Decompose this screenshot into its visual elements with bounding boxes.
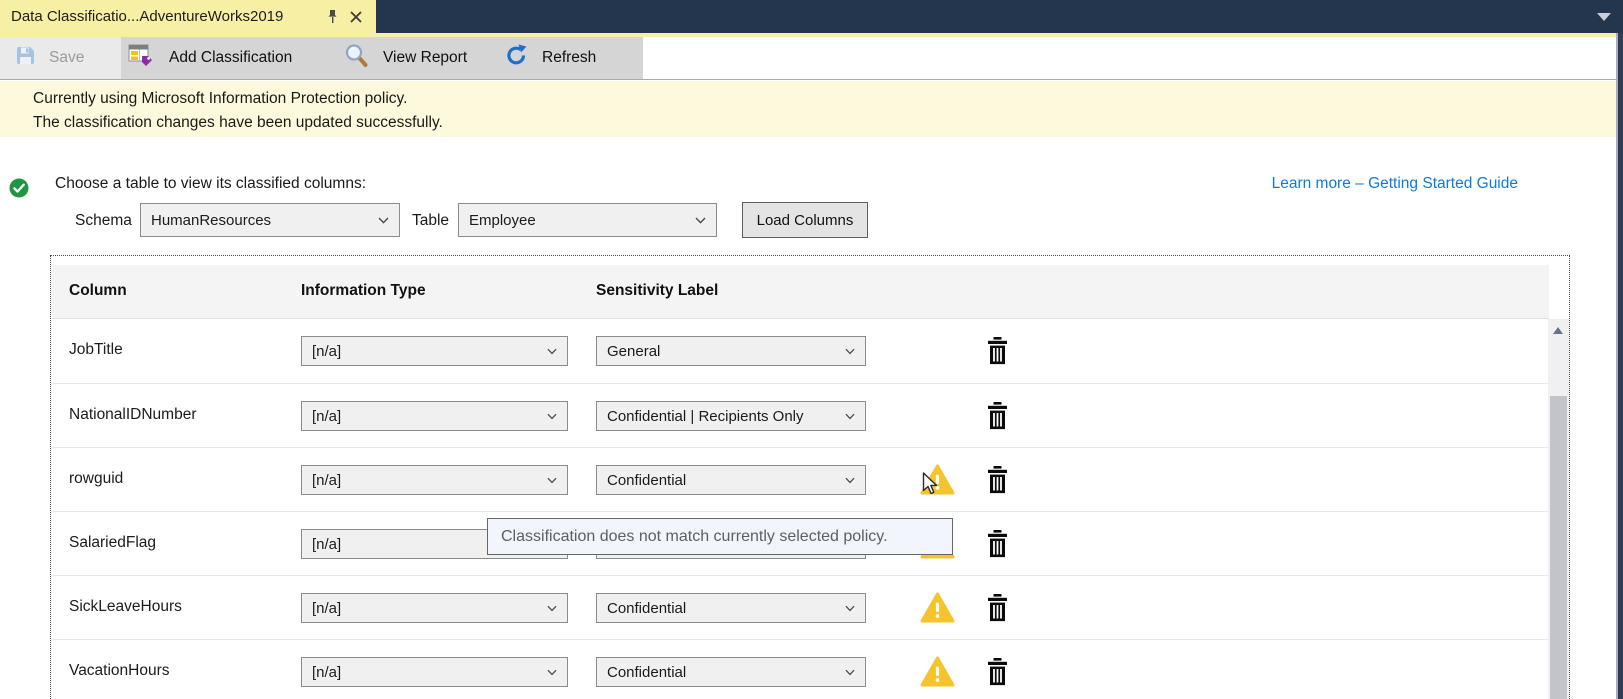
learn-more-link[interactable]: Learn more – Getting Started Guide	[1272, 175, 1518, 193]
table-row: JobTitle [n/a] General	[52, 319, 1549, 383]
info-type-dropdown[interactable]: [n/a]	[301, 465, 568, 495]
chevron-down-icon	[845, 669, 855, 676]
view-report-button[interactable]: View Report	[344, 37, 467, 79]
info-type-dropdown[interactable]: [n/a]	[301, 657, 568, 687]
sensitivity-dropdown[interactable]: Confidential | Recipients Only	[596, 401, 866, 431]
add-classification-icon	[128, 43, 155, 73]
window-edge-strip	[1616, 33, 1623, 699]
chevron-down-icon	[547, 348, 557, 355]
pin-icon[interactable]	[322, 7, 342, 27]
instruction-text: Choose a table to view its classified co…	[55, 175, 366, 193]
chevron-down-icon	[378, 217, 389, 224]
delete-classification-icon[interactable]	[986, 530, 1009, 558]
sensitivity-dropdown[interactable]: Confidential	[596, 465, 866, 495]
sensitivity-dropdown[interactable]: Confidential	[596, 593, 866, 623]
banner-line-2: The classification changes have been upd…	[33, 111, 443, 135]
load-columns-button[interactable]: Load Columns	[742, 202, 868, 238]
chevron-down-icon	[845, 413, 855, 420]
row-column-name: SickLeaveHours	[69, 598, 182, 616]
header-sensitivity: Sensitivity Label	[596, 282, 718, 300]
data-classification-window: Data Classificatio...AdventureWorks2019 …	[0, 0, 1623, 699]
chevron-down-icon	[547, 477, 557, 484]
chevron-down-icon	[845, 348, 855, 355]
table-dropdown[interactable]: Employee	[458, 203, 717, 237]
row-column-name: JobTitle	[69, 341, 123, 359]
table-row: NationalIDNumber [n/a] Confidential | Re…	[52, 383, 1549, 447]
table-row: SickLeaveHours [n/a] Confidential	[52, 575, 1549, 639]
banner-line-1: Currently using Microsoft Information Pr…	[33, 87, 443, 111]
view-report-icon	[344, 43, 369, 73]
grid-rows: JobTitle [n/a] General NationalIDNumber …	[52, 319, 1549, 699]
row-column-name: NationalIDNumber	[69, 406, 197, 424]
close-icon[interactable]	[346, 7, 366, 27]
schema-label: Schema	[75, 212, 132, 230]
sensitivity-dropdown[interactable]: Confidential	[596, 657, 866, 687]
policy-warning-tooltip: Classification does not match currently …	[487, 518, 953, 555]
success-check-icon	[9, 178, 29, 203]
chevron-down-icon	[547, 669, 557, 676]
add-classification-label: Add Classification	[169, 49, 292, 67]
classification-grid: Column Information Type Sensitivity Labe…	[50, 255, 1570, 699]
chevron-down-icon	[845, 605, 855, 612]
info-type-dropdown[interactable]: [n/a]	[301, 593, 568, 623]
document-tab[interactable]: Data Classificatio...AdventureWorks2019	[0, 0, 376, 33]
chevron-down-icon	[547, 413, 557, 420]
table-row: rowguid [n/a] Confidential	[52, 447, 1549, 511]
delete-classification-icon[interactable]	[986, 658, 1009, 686]
mouse-cursor	[922, 472, 939, 501]
vertical-scrollbar[interactable]	[1548, 319, 1569, 699]
delete-classification-icon[interactable]	[986, 337, 1009, 365]
tab-title: Data Classificatio...AdventureWorks2019	[11, 8, 318, 25]
table-label: Table	[412, 212, 449, 230]
delete-classification-icon[interactable]	[986, 402, 1009, 430]
refresh-icon	[505, 44, 528, 72]
policy-warning-icon[interactable]	[920, 656, 955, 688]
scrollbar-thumb[interactable]	[1550, 396, 1567, 699]
header-column: Column	[69, 282, 127, 300]
grid-header-row: Column Information Type Sensitivity Labe…	[52, 265, 1549, 319]
chevron-down-icon	[695, 217, 706, 224]
header-info-type: Information Type	[301, 282, 426, 300]
policy-warning-icon[interactable]	[920, 592, 955, 624]
status-banner: Currently using Microsoft Information Pr…	[0, 81, 1616, 137]
save-label: Save	[49, 49, 84, 67]
table-row: VacationHours [n/a] Confidential	[52, 639, 1549, 699]
delete-classification-icon[interactable]	[986, 466, 1009, 494]
row-column-name: SalariedFlag	[69, 534, 156, 552]
info-type-dropdown[interactable]: [n/a]	[301, 336, 568, 366]
chevron-down-icon	[547, 605, 557, 612]
delete-classification-icon[interactable]	[986, 594, 1009, 622]
add-classification-button[interactable]: Add Classification	[128, 37, 292, 79]
schema-dropdown[interactable]: HumanResources	[140, 203, 400, 237]
refresh-label: Refresh	[542, 49, 596, 67]
save-icon	[16, 46, 35, 70]
chevron-down-icon	[845, 477, 855, 484]
document-tab-bar: Data Classificatio...AdventureWorks2019	[0, 0, 1623, 33]
info-type-dropdown[interactable]: [n/a]	[301, 401, 568, 431]
save-button[interactable]: Save	[16, 37, 84, 79]
row-column-name: VacationHours	[69, 662, 170, 680]
sensitivity-dropdown[interactable]: General	[596, 336, 866, 366]
tab-list-dropdown-icon[interactable]	[1597, 13, 1611, 21]
scroll-up-icon[interactable]	[1553, 327, 1563, 334]
row-column-name: rowguid	[69, 470, 123, 488]
view-report-label: View Report	[383, 49, 467, 67]
refresh-button[interactable]: Refresh	[505, 37, 596, 79]
toolbar: Save Add Classification View Report Refr…	[0, 37, 1616, 80]
